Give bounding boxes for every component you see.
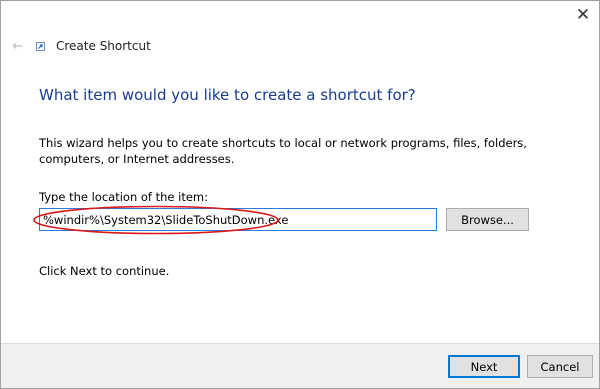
next-button[interactable]: Next [448,355,520,378]
shortcut-wizard-icon [35,41,45,51]
window-title: Create Shortcut [56,39,151,53]
close-icon: ✕ [575,5,591,25]
back-arrow-icon[interactable]: ← [9,39,27,54]
location-input[interactable] [39,208,437,231]
wizard-description: This wizard helps you to create shortcut… [39,136,527,166]
cancel-button[interactable]: Cancel [527,355,593,378]
create-shortcut-window: ✕ ← Create Shortcut What item would you … [0,0,600,389]
location-label: Type the location of the item: [39,190,209,204]
continue-instruction: Click Next to continue. [39,264,170,278]
close-button[interactable]: ✕ [573,5,593,25]
browse-button[interactable]: Browse... [446,208,529,231]
title-bar: ← Create Shortcut [9,37,151,55]
footer-bar: Next Cancel [1,343,599,388]
page-heading: What item would you like to create a sho… [39,86,416,104]
